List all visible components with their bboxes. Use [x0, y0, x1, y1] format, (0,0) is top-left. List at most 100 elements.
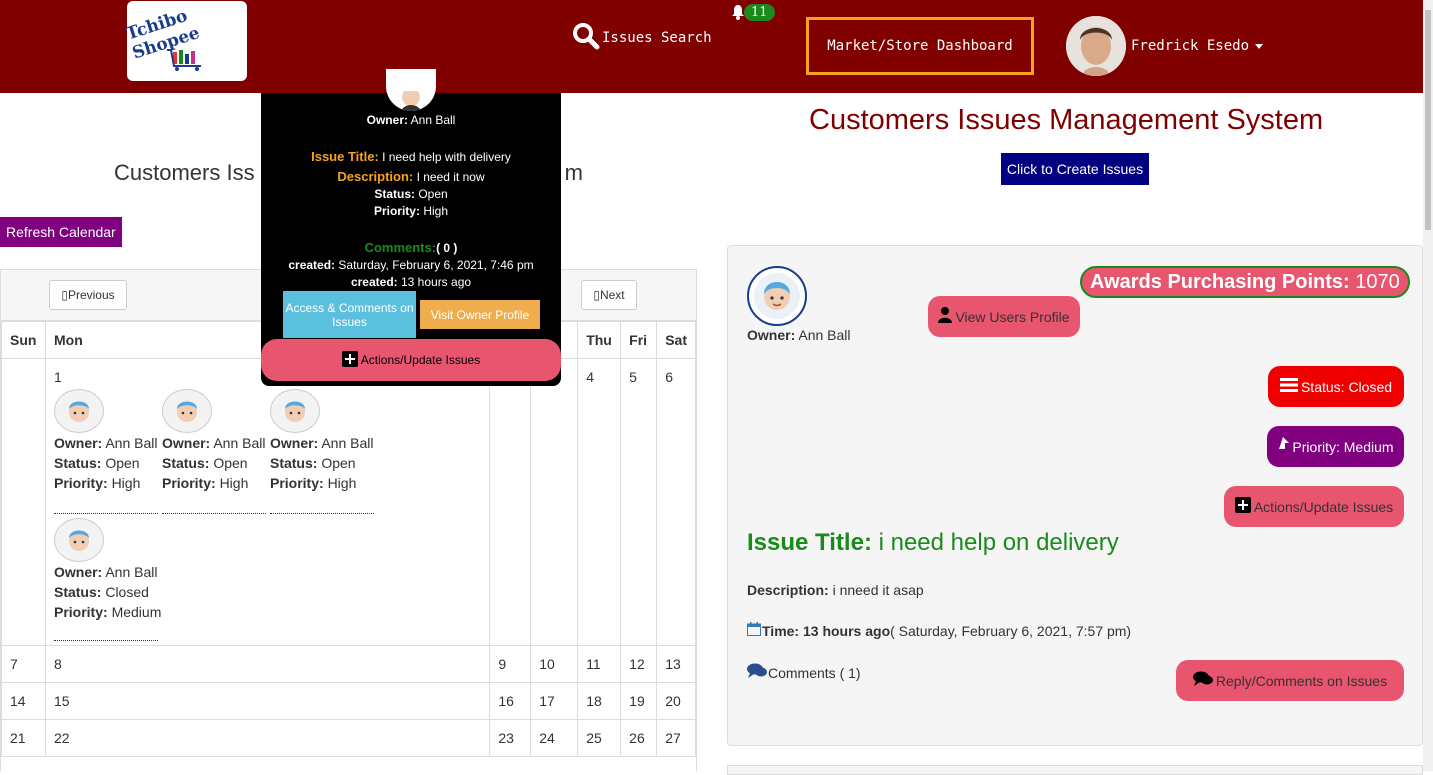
owner-avatar-icon — [386, 69, 436, 111]
day-cell[interactable]: 16 — [489, 682, 532, 720]
day-header-fri: Fri — [620, 321, 658, 359]
user-name: Fredrick Esedo — [1131, 38, 1250, 54]
day-cell[interactable]: 4 — [577, 358, 622, 646]
popover-created-ago: created: 13 hours ago — [350, 275, 472, 289]
view-users-profile-button[interactable]: View Users Profile — [928, 296, 1080, 337]
popover-status: Status: Open — [374, 187, 448, 201]
page-title: Customers Issues Management System — [809, 104, 1324, 136]
day-cell[interactable]: 24 — [530, 719, 579, 757]
calendar-week-row: 7 8 9 10 11 12 13 — [1, 645, 696, 683]
day-cell[interactable]: 14 — [1, 682, 46, 720]
day-cell[interactable] — [1, 358, 46, 646]
calendar-event[interactable]: Owner: Ann Ball Status: Open Priority: H… — [269, 389, 378, 514]
day-cell[interactable]: 26 — [620, 719, 658, 757]
avatar — [1066, 16, 1126, 76]
owner-avatar-icon — [161, 389, 212, 433]
event-status: Status: Open — [269, 455, 356, 471]
status-button[interactable]: Status: Closed — [1268, 366, 1404, 407]
day-cell[interactable]: 12 — [620, 645, 658, 683]
popover-owner: Owner: Ann Ball — [366, 113, 456, 127]
actions-update-issues-button[interactable]: Actions/Update Issues — [261, 339, 561, 381]
day-cell[interactable]: 22 — [44, 719, 491, 757]
issues-search-label: Issues Search — [602, 30, 712, 46]
day-cell[interactable]: 23 — [489, 719, 532, 757]
search-icon — [572, 22, 602, 54]
day-cell[interactable]: 21 — [1, 719, 46, 757]
owner-avatar-icon — [53, 518, 104, 562]
day-cell[interactable]: 25 — [577, 719, 622, 757]
day-header-sat: Sat — [656, 321, 696, 359]
calendar-week-row: 1 Owner: Ann Ball Status: Open Priority:… — [1, 358, 696, 646]
day-cell[interactable]: 9 — [489, 645, 532, 683]
event-priority: Priority: High — [53, 475, 141, 491]
day-header-thu: Thu — [577, 321, 622, 359]
comments-link[interactable]: Comments ( 1) — [747, 663, 861, 682]
day-header-sun: Sun — [1, 321, 46, 359]
day-cell[interactable]: 10 — [530, 645, 579, 683]
actions-update-issues-button[interactable]: Actions/Update Issues — [1224, 486, 1404, 527]
day-cell[interactable] — [489, 358, 532, 646]
owner-avatar-icon[interactable] — [747, 266, 807, 326]
access-comments-button[interactable]: Access & Comments on Issues — [283, 291, 416, 338]
next-button[interactable]: ▯Next — [581, 280, 637, 310]
scrollbar-thumb[interactable] — [1425, 10, 1431, 230]
notification-badge[interactable]: 11 — [744, 4, 775, 21]
day-cell[interactable]: 8 — [44, 645, 491, 683]
create-issues-button[interactable]: Click to Create Issues — [1001, 153, 1149, 185]
issue-title: Issue Title: i need help on delivery — [747, 529, 1119, 556]
calendar-week-row: 14 15 16 17 18 19 20 — [1, 682, 696, 720]
plus-square-icon — [1234, 497, 1251, 516]
market-store-dashboard-button[interactable]: Market/Store Dashboard — [806, 17, 1034, 75]
divider — [53, 640, 158, 641]
event-owner: Owner: Ann Ball — [53, 564, 158, 580]
reply-comments-button[interactable]: Reply/Comments on Issues — [1176, 660, 1404, 701]
issues-search-link[interactable]: Issues Search — [572, 22, 712, 54]
arrow-up-icon — [1277, 437, 1290, 456]
comments-icon — [747, 663, 767, 682]
popover-priority: Priority: High — [373, 204, 449, 218]
popover-comments: Comments:( 0 ) — [364, 240, 458, 255]
previous-button[interactable]: ▯Previous — [49, 280, 127, 310]
calendar-event[interactable]: Owner: Ann Ball Status: Closed Priority:… — [53, 518, 162, 641]
day-cell[interactable] — [530, 358, 579, 646]
calendar-event[interactable]: Owner: Ann Ball Status: Open Priority: H… — [161, 389, 270, 514]
plus-square-icon — [341, 350, 358, 370]
next-issue-panel — [727, 765, 1423, 775]
chevron-down-icon — [1255, 43, 1264, 49]
day-cell[interactable]: 5 — [620, 358, 658, 646]
day-cell[interactable]: 13 — [656, 645, 696, 683]
event-priority: Priority: Medium — [53, 604, 162, 620]
day-cell-1[interactable]: 1 Owner: Ann Ball Status: Open Priority:… — [44, 358, 491, 646]
event-owner: Owner: Ann Ball — [269, 435, 374, 451]
owner-avatar-icon — [53, 389, 104, 433]
event-status: Status: Open — [161, 455, 248, 471]
day-cell[interactable]: 27 — [656, 719, 696, 757]
refresh-calendar-button[interactable]: Refresh Calendar — [0, 217, 122, 247]
event-status: Status: Open — [53, 455, 140, 471]
user-menu[interactable]: Fredrick Esedo — [1066, 16, 1264, 76]
left-title-end: m — [564, 160, 583, 185]
event-priority: Priority: High — [269, 475, 357, 491]
day-cell[interactable]: 20 — [656, 682, 696, 720]
calendar-event[interactable]: Owner: Ann Ball Status: Open Priority: H… — [53, 389, 162, 514]
visit-owner-profile-button[interactable]: Visit Owner Profile — [420, 300, 540, 329]
brand-logo[interactable]: Tchibo Shopee — [124, 1, 247, 81]
day-cell[interactable]: 15 — [44, 682, 491, 720]
priority-button[interactable]: Priority: Medium — [1267, 426, 1404, 467]
issue-description: Description: i nneed it asap — [747, 582, 924, 598]
calendar-grid: Sun Mon d Thu Fri Sat 1 Owner: Ann Ball … — [1, 321, 696, 757]
event-owner: Owner: Ann Ball — [53, 435, 158, 451]
popover-description: Description: I need it now — [337, 169, 485, 184]
calendar-week-row: 21 22 23 24 25 26 27 — [1, 719, 696, 757]
day-cell[interactable]: 19 — [620, 682, 658, 720]
day-cell[interactable]: 11 — [577, 645, 622, 683]
day-cell[interactable]: 7 — [1, 645, 46, 683]
day-cell[interactable]: 18 — [577, 682, 622, 720]
day-cell[interactable]: 17 — [530, 682, 579, 720]
list-icon — [1279, 377, 1298, 396]
popover-created-date: created: Saturday, February 6, 2021, 7:4… — [288, 258, 534, 272]
event-priority: Priority: High — [161, 475, 249, 491]
day-cell[interactable]: 6 — [656, 358, 696, 646]
awards-points-badge: Awards Purchasing Points: 1070 — [1080, 266, 1410, 298]
popover-issue-title: Issue Title: I need help with delivery — [311, 149, 511, 164]
